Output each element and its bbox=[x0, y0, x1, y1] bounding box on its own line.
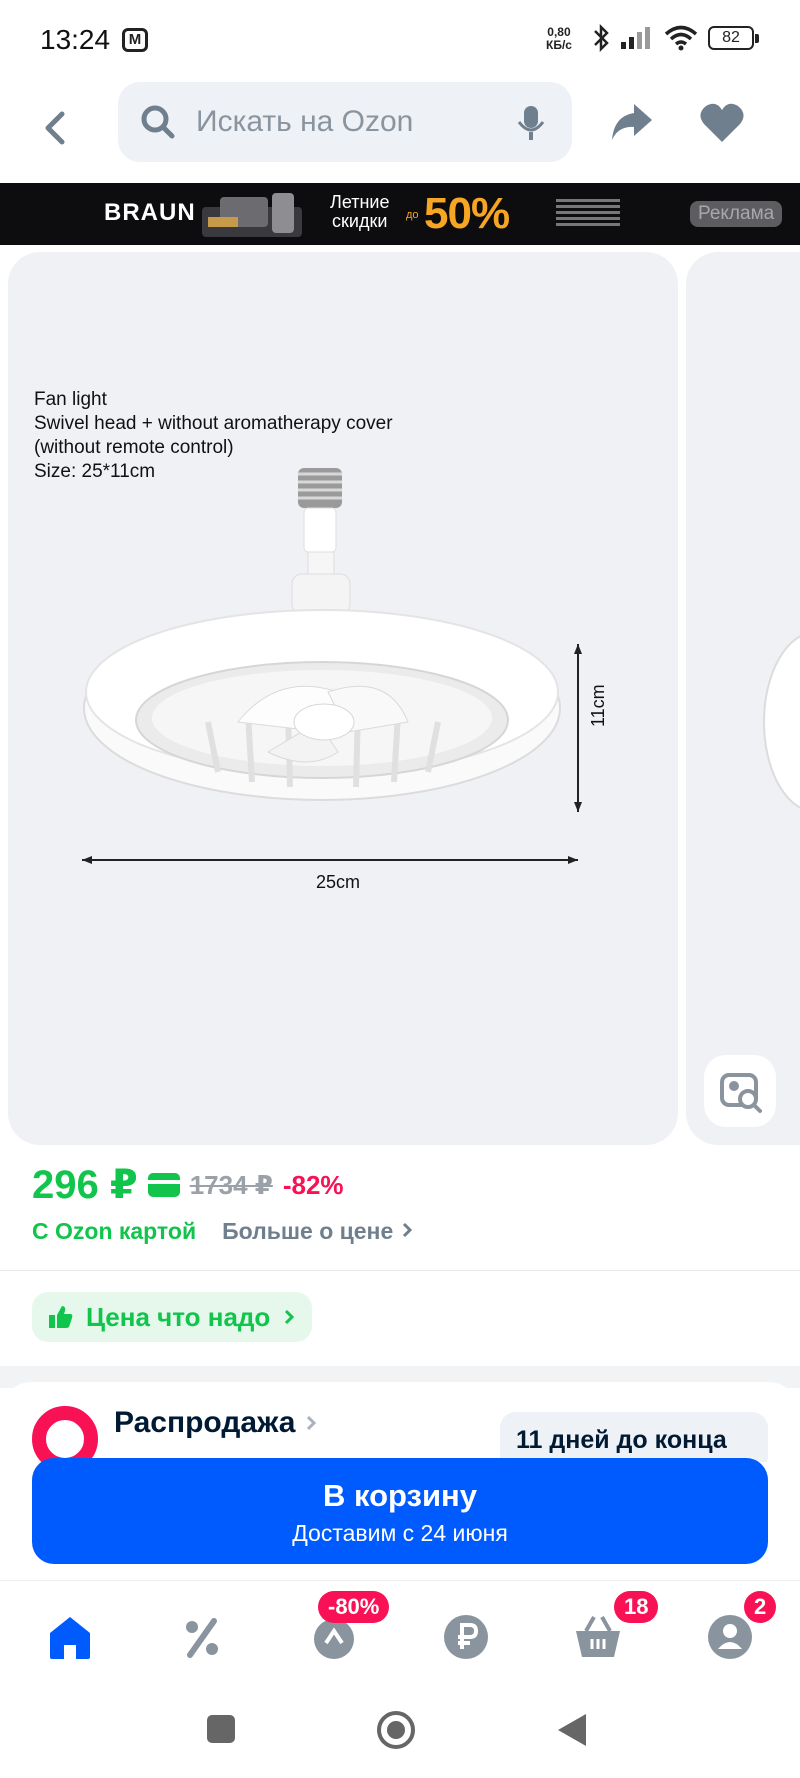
notification-app-icon: M bbox=[122, 28, 148, 52]
discount-percent: -82% bbox=[282, 1169, 344, 1200]
network-speed: 0,80 КБ/с bbox=[546, 25, 572, 52]
good-price-badge[interactable]: Цена что надо bbox=[32, 1292, 313, 1342]
discount-tab-icon[interactable] bbox=[172, 1607, 232, 1667]
next-product-image[interactable] bbox=[686, 252, 800, 1145]
ad-legal-text bbox=[556, 199, 620, 229]
wifi-icon bbox=[664, 25, 698, 51]
ad-banner[interactable]: BRAUN Летние скидки до 50% Реклама bbox=[0, 183, 800, 245]
bottom-navigation: -80% 18 2 bbox=[0, 1580, 800, 1680]
bluetooth-icon bbox=[594, 24, 609, 52]
add-to-cart-button[interactable]: В корзину Доставим с 24 июня bbox=[32, 1458, 768, 1564]
ozon-card-label: С Ozon картой bbox=[32, 1218, 197, 1244]
favorite-heart-icon[interactable] bbox=[698, 100, 746, 144]
more-about-price-link[interactable]: Больше о цене bbox=[222, 1218, 414, 1245]
ad-brand: BRAUN bbox=[104, 199, 196, 226]
finance-tab-icon[interactable] bbox=[436, 1607, 496, 1667]
system-navigation bbox=[0, 1690, 800, 1778]
home-tab-icon[interactable] bbox=[40, 1607, 100, 1667]
profile-badge: 2 bbox=[744, 1591, 777, 1623]
home-button-icon[interactable] bbox=[376, 1710, 416, 1750]
promo-badge: -80% bbox=[318, 1591, 390, 1623]
ad-label: Реклама bbox=[690, 201, 783, 227]
product-image-gallery[interactable]: Fan light Swivel head + without aromathe… bbox=[8, 252, 678, 1145]
sale-title[interactable]: Распродажа bbox=[114, 1406, 318, 1440]
ad-percent: 50% bbox=[424, 189, 510, 238]
width-dimension-label: 25cm bbox=[316, 872, 361, 892]
status-icons: 82 bbox=[592, 24, 759, 52]
ozon-card-icon bbox=[147, 1173, 180, 1197]
recent-apps-icon[interactable] bbox=[206, 1714, 236, 1744]
ad-headline: Летние скидки bbox=[330, 192, 390, 231]
good-price-label: Цена что надо bbox=[86, 1301, 271, 1332]
chevron-right-icon bbox=[306, 1415, 316, 1431]
search-input[interactable] bbox=[194, 82, 494, 162]
cart-count-badge: 18 bbox=[614, 1591, 659, 1623]
delivery-date: Доставим с 24 июня bbox=[292, 1520, 508, 1546]
height-dimension-label: 11cm bbox=[588, 684, 608, 727]
fan-light-image bbox=[82, 468, 582, 864]
old-price: 1734 ₽ bbox=[189, 1169, 273, 1200]
top-bar bbox=[0, 80, 800, 180]
chevron-right-icon bbox=[285, 1309, 295, 1325]
price-row: 296 ₽ 1734 ₽ -82% bbox=[32, 1162, 344, 1208]
search-icon bbox=[141, 105, 175, 139]
ad-product-image bbox=[202, 193, 302, 237]
sale-countdown: 11 дней до конца bbox=[500, 1412, 768, 1462]
next-image-preview bbox=[763, 635, 800, 809]
sale-logo-icon bbox=[32, 1406, 98, 1462]
share-icon[interactable] bbox=[608, 100, 656, 144]
add-to-cart-label: В корзину bbox=[322, 1478, 477, 1513]
image-search-icon bbox=[720, 1073, 762, 1113]
current-price: 296 ₽ bbox=[32, 1163, 138, 1207]
sale-section[interactable]: Распродажа 11 дней до конца bbox=[0, 1382, 800, 1462]
microphone-icon[interactable] bbox=[516, 102, 546, 142]
price-details-row: С Ozon картой Больше о цене bbox=[32, 1218, 414, 1245]
thumbs-up-icon bbox=[49, 1306, 73, 1328]
status-time: 13:24 bbox=[40, 24, 111, 55]
divider bbox=[0, 1270, 800, 1271]
signal-icon bbox=[621, 27, 650, 49]
ad-prefix: до bbox=[406, 209, 419, 221]
visual-search-button[interactable] bbox=[704, 1055, 776, 1127]
back-button-icon[interactable] bbox=[556, 1712, 588, 1748]
chevron-right-icon bbox=[402, 1222, 412, 1238]
back-arrow-icon[interactable] bbox=[36, 98, 76, 158]
search-bar[interactable] bbox=[118, 82, 572, 162]
status-bar: 13:24 M 0,80 КБ/с 82 bbox=[0, 0, 800, 80]
battery-indicator: 82 bbox=[708, 26, 759, 50]
